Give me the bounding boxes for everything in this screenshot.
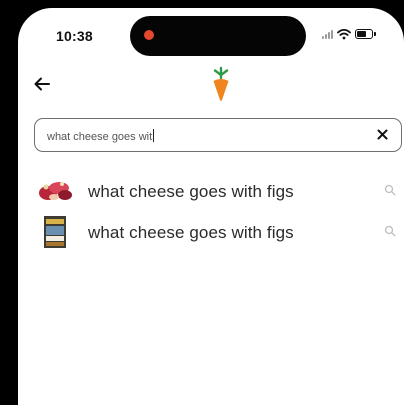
search-input[interactable]: what cheese goes wit bbox=[34, 118, 402, 152]
carrot-logo-icon bbox=[213, 66, 229, 101]
suggestion-item[interactable]: what cheese goes with figs bbox=[34, 171, 404, 211]
suggestion-label: what cheese goes with figs bbox=[88, 223, 294, 242]
app-screen: 10:38 what cheese goes wit what cheese g… bbox=[18, 8, 404, 405]
device-frame: 10:38 what cheese goes wit what cheese g… bbox=[0, 0, 404, 405]
status-time: 10:38 bbox=[56, 28, 93, 44]
signal-icon bbox=[322, 29, 333, 39]
product-thumbnail bbox=[44, 216, 66, 248]
recording-indicator-icon bbox=[144, 30, 154, 40]
battery-icon bbox=[355, 29, 376, 39]
wifi-icon bbox=[337, 28, 351, 40]
dynamic-island bbox=[130, 16, 306, 56]
suggestion-label: what cheese goes with figs bbox=[88, 182, 294, 201]
suggestion-item[interactable]: what cheese goes with figs bbox=[34, 212, 404, 252]
search-icon bbox=[384, 225, 396, 237]
search-icon bbox=[384, 184, 396, 196]
arrow-left-icon[interactable] bbox=[32, 74, 52, 94]
status-icons bbox=[322, 28, 376, 40]
close-icon[interactable] bbox=[376, 128, 389, 141]
search-input-value: what cheese goes wit bbox=[47, 129, 155, 143]
food-thumbnail bbox=[38, 175, 72, 207]
